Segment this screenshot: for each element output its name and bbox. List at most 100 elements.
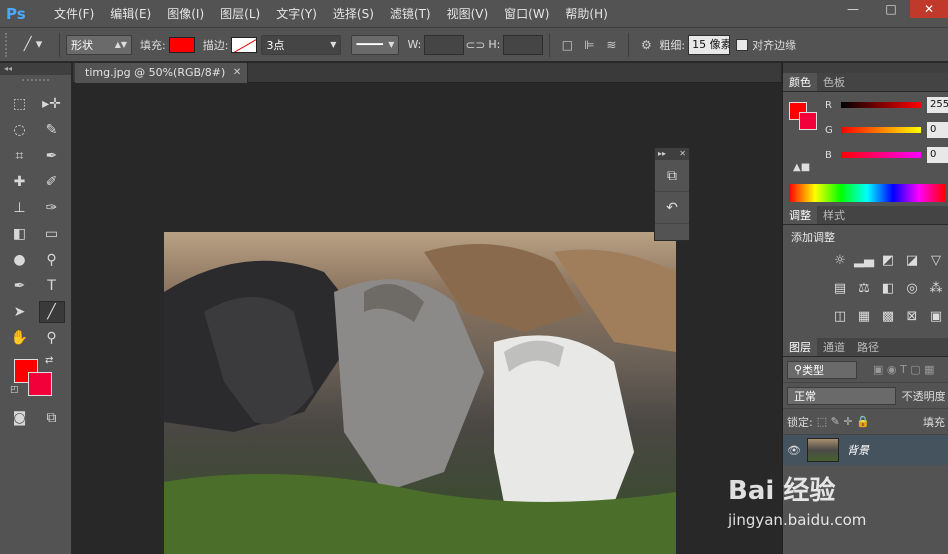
filter-icons[interactable]: ▣ ◉ T ▢ ▦ (873, 363, 934, 376)
eraser-tool-icon[interactable]: ◧ (7, 223, 33, 245)
gear-icon[interactable]: ⚙ (635, 34, 657, 56)
color-spectrum[interactable] (789, 184, 945, 202)
vibrance-icon[interactable]: ▽ (925, 249, 947, 271)
photo-filter-icon[interactable]: ◎ (901, 277, 923, 299)
history-brush-tool-icon[interactable]: ✑ (39, 197, 65, 219)
restore-button[interactable]: □ (872, 0, 910, 18)
toolbar-grip[interactable] (22, 79, 49, 87)
blur-tool-icon[interactable]: ● (7, 249, 33, 271)
green-value[interactable]: 0 (927, 122, 948, 138)
color-balance-icon[interactable]: ⚖ (853, 277, 875, 299)
menu-help[interactable]: 帮助(H) (557, 5, 615, 22)
panel-dock-bar[interactable] (783, 63, 948, 73)
swap-colors-icon[interactable]: ⇄ (45, 355, 53, 366)
dodge-tool-icon[interactable]: ⚲ (39, 249, 65, 271)
path-alignment-icon[interactable]: ⊫ (578, 34, 600, 56)
width-input[interactable] (424, 34, 465, 55)
gradient-tool-icon[interactable]: ▭ (39, 223, 65, 245)
eye-icon[interactable]: 👁 (787, 444, 807, 457)
red-slider[interactable]: R 255 (825, 96, 948, 114)
tab-layers[interactable]: 图层 (783, 338, 817, 356)
fill-swatch[interactable] (168, 36, 195, 53)
close-button[interactable]: ✕ (910, 0, 948, 18)
menu-layer[interactable]: 图层(L) (212, 5, 268, 22)
document-tab[interactable]: timg.jpg @ 50%(RGB/8#) ✕ (75, 63, 249, 83)
menu-filter[interactable]: 滤镜(T) (382, 5, 439, 22)
minimize-button[interactable]: — (834, 0, 872, 18)
menu-image[interactable]: 图像(I) (159, 5, 212, 22)
line-tool-preset-icon[interactable]: ╱ ▾ (13, 33, 53, 57)
blue-value[interactable]: 0 (927, 147, 948, 163)
screen-mode-icon[interactable]: ⧉ (39, 407, 65, 429)
line-tool-icon[interactable]: ╱ (38, 301, 65, 323)
tab-paths[interactable]: 路径 (851, 338, 885, 356)
channel-mixer-icon[interactable]: ⁂ (925, 277, 947, 299)
green-slider[interactable]: G 0 (825, 121, 948, 139)
type-tool-icon[interactable]: T (39, 275, 65, 297)
menu-select[interactable]: 选择(S) (325, 5, 382, 22)
move-tool-icon[interactable]: ▸✛ (39, 93, 65, 115)
shape-mode-dropdown[interactable]: 形状 ▲▼ (66, 34, 132, 55)
lock-icons[interactable]: ⬚ ✎ ✛ 🔒 (817, 415, 870, 428)
close-panel-icon[interactable]: ✕ (679, 148, 686, 160)
menu-file[interactable]: 文件(F) (46, 5, 102, 22)
path-operations-icon[interactable]: □ (556, 34, 578, 56)
tab-styles[interactable]: 样式 (817, 206, 851, 224)
link-icon[interactable]: ⊂⊃ (464, 34, 486, 56)
blend-mode-dropdown[interactable]: 正常 (787, 386, 896, 405)
background-color-swatch[interactable] (28, 372, 52, 396)
stroke-type-dropdown[interactable]: ━━━━ ▼ (351, 34, 400, 55)
layer-name[interactable]: 背景 (847, 442, 869, 458)
healing-brush-tool-icon[interactable]: ✚ (7, 171, 33, 193)
black-white-icon[interactable]: ◧ (877, 277, 899, 299)
default-colors-icon[interactable]: ◰ (10, 385, 19, 395)
align-edges-checkbox[interactable] (736, 38, 749, 51)
weight-input[interactable]: 15 像素 (688, 34, 731, 55)
hue-saturation-icon[interactable]: ▤ (829, 277, 851, 299)
layer-kind-filter[interactable]: ⚲ 类型 (787, 360, 857, 379)
properties-icon[interactable]: ⧉ (655, 160, 689, 192)
layer-row-background[interactable]: 👁 背景 (783, 435, 948, 465)
menu-window[interactable]: 窗口(W) (496, 5, 557, 22)
tab-color[interactable]: 颜色 (783, 73, 817, 91)
history-icon[interactable]: ↶ (655, 192, 689, 224)
exposure-icon[interactable]: ◪ (901, 249, 923, 271)
pen-tool-icon[interactable]: ✒ (7, 275, 33, 297)
red-track[interactable] (841, 102, 921, 108)
document-image[interactable] (164, 232, 676, 554)
tab-adjustments[interactable]: 调整 (783, 206, 817, 224)
levels-icon[interactable]: ▂▄ (853, 249, 875, 271)
gradient-map-icon[interactable]: ⊠ (901, 305, 923, 327)
marquee-tool-icon[interactable]: ⬚ (7, 93, 33, 115)
menu-edit[interactable]: 编辑(E) (102, 5, 159, 22)
height-input[interactable] (503, 34, 544, 55)
collapse-icon[interactable]: ◂◂ (0, 63, 71, 75)
path-selection-tool-icon[interactable]: ➤ (7, 301, 33, 323)
threshold-icon[interactable]: ▩ (877, 305, 899, 327)
close-tab-icon[interactable]: ✕ (233, 63, 241, 83)
curves-icon[interactable]: ◩ (877, 249, 899, 271)
green-track[interactable] (841, 127, 921, 133)
lasso-tool-icon[interactable]: ◌ (7, 119, 33, 141)
hand-tool-icon[interactable]: ✋ (7, 327, 33, 349)
stroke-width-field[interactable]: 3点 ▼ (261, 34, 342, 55)
menu-view[interactable]: 视图(V) (439, 5, 497, 22)
menu-type[interactable]: 文字(Y) (268, 5, 325, 22)
stroke-swatch[interactable] (231, 36, 258, 53)
path-arrangement-icon[interactable]: ≋ (600, 34, 622, 56)
tab-channels[interactable]: 通道 (817, 338, 851, 356)
invert-icon[interactable]: ◫ (829, 305, 851, 327)
tab-swatches[interactable]: 色板 (817, 73, 851, 91)
expand-icon[interactable]: ▸▸ (658, 148, 666, 160)
quick-selection-tool-icon[interactable]: ✎ (39, 119, 65, 141)
brightness-icon[interactable]: ☼ (829, 249, 851, 271)
eyedropper-tool-icon[interactable]: ✒ (39, 145, 65, 167)
red-value[interactable]: 255 (927, 97, 948, 113)
clone-stamp-tool-icon[interactable]: ⊥ (7, 197, 33, 219)
options-grip[interactable] (5, 32, 13, 57)
gamut-warning-icon[interactable]: ▲■ (793, 162, 810, 173)
posterize-icon[interactable]: ▦ (853, 305, 875, 327)
quick-mask-icon[interactable]: ◙ (7, 407, 33, 429)
blue-slider[interactable]: B 0 (825, 146, 948, 164)
blue-track[interactable] (841, 152, 921, 158)
